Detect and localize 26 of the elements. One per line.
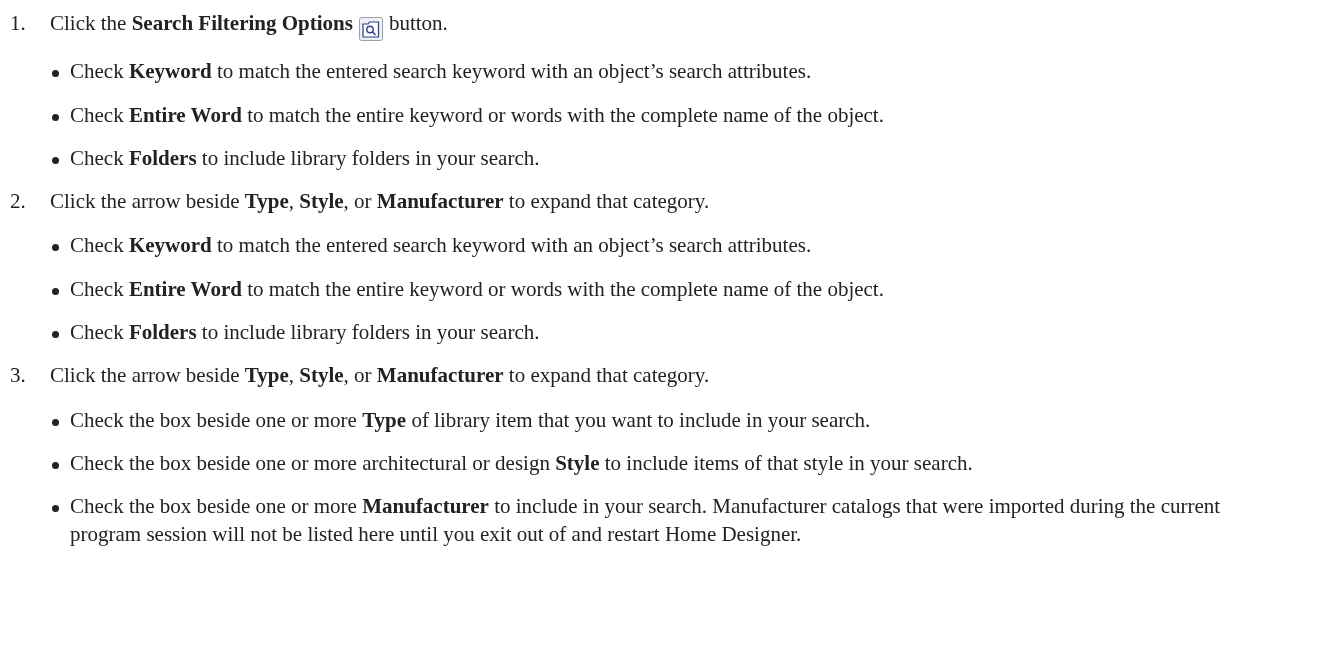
bullet-dot <box>52 505 59 513</box>
step-number: 2. <box>10 188 27 216</box>
bullet-text: Check Entire Word to match the entire keyword or words with the complete name of the object. <box>70 275 884 303</box>
step-number: 3. <box>10 362 27 390</box>
step-text: Click the arrow beside Type, Style, or Manufacturer to expand that category. <box>50 189 710 214</box>
bullet-dot <box>52 418 59 426</box>
bullet-dot <box>52 331 59 339</box>
bullet-text: Check the box beside one or more architectural or design Style to include items of that style in your search. <box>70 449 973 477</box>
bullet-text: Check the box beside one or more Type of library item that you want to include in your search. <box>70 406 871 434</box>
step-number: 1. <box>10 10 27 37</box>
bullet-dot <box>52 244 59 252</box>
bullet-text: Check Keyword to match the entered search keyword with an object’s search attributes. <box>70 232 812 260</box>
bullet-text: Check the box beside one or more Manufacturer to include in your search. Manufacturer catalogs that were imported during the current program session will not be listed here until you exit out of and restart Home Designer. <box>70 493 1222 548</box>
bullet-text: Check Keyword to match the entered search keyword with an object’s search attributes. <box>70 58 812 86</box>
bullet-dot <box>52 287 59 295</box>
bullet-dot <box>52 156 59 164</box>
step-text: Click the arrow beside Type, Style, or Manufacturer to expand that category. <box>50 363 710 388</box>
bullet-text: Check Entire Word to match the entire keyword or words with the complete name of the object. <box>70 101 884 129</box>
bullet-dot <box>52 461 59 469</box>
bullet-text: Check Folders to include library folders in your search. <box>70 144 540 172</box>
bullet-dot <box>52 70 59 78</box>
step-text: button. <box>388 11 448 35</box>
folder-search-icon <box>358 14 383 42</box>
step-text: Click the Search Filtering Options <box>50 11 353 35</box>
bullet-text: Check Folders to include library folders in your search. <box>70 319 540 347</box>
bullet-dot <box>52 113 59 121</box>
